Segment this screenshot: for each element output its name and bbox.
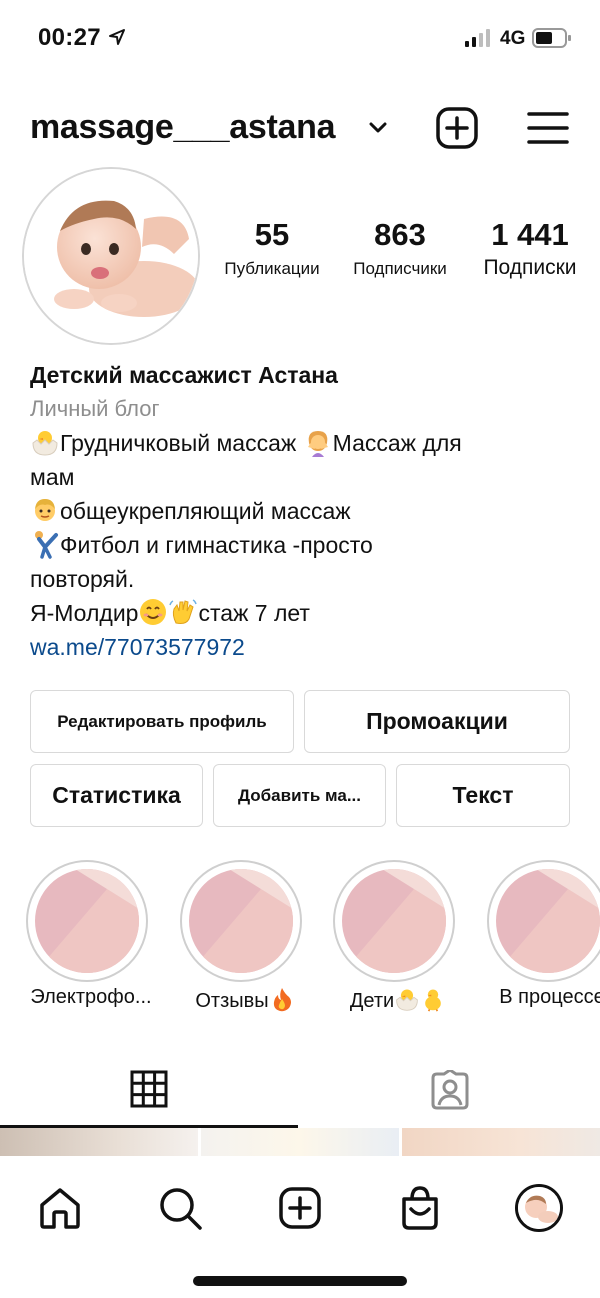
grid-icon bbox=[130, 1070, 168, 1107]
bio-text-3: общеукрепляющий массаж bbox=[60, 498, 351, 524]
cartwheel-icon bbox=[35, 531, 58, 559]
highlight-cover bbox=[333, 860, 455, 982]
hatching-chick-icon bbox=[32, 431, 58, 456]
posts-grid-preview bbox=[0, 1128, 600, 1156]
bio-line: Грудничковый массаж Массаж для bbox=[30, 426, 575, 460]
status-time: 00:27 bbox=[38, 24, 101, 51]
nav-search[interactable] bbox=[150, 1178, 210, 1238]
tab-posts-grid[interactable] bbox=[0, 1052, 298, 1128]
insights-button[interactable]: Статистика bbox=[30, 764, 203, 827]
posts-label: Публикации bbox=[224, 259, 320, 278]
highlight-label: Дети bbox=[308, 986, 488, 1013]
profile-avatar bbox=[515, 1184, 563, 1232]
signal-icon bbox=[465, 29, 490, 47]
bio-line: Фитбол и гимнастика -просто bbox=[30, 528, 575, 562]
post-thumbnail[interactable] bbox=[402, 1128, 600, 1156]
bio-text-6a: Я-Молдир bbox=[30, 600, 139, 626]
tagged-icon bbox=[431, 1070, 469, 1110]
home-indicator bbox=[193, 1276, 407, 1286]
post-thumbnail[interactable] bbox=[201, 1128, 399, 1156]
text-button[interactable]: Текст bbox=[396, 764, 570, 827]
hatching-chick-icon bbox=[396, 989, 419, 1011]
bio-text-1b: Массаж для bbox=[332, 430, 462, 456]
profile-bio: Детский массажист Астана Личный блог Гру… bbox=[30, 358, 575, 664]
highlight-label: Электрофо... bbox=[30, 986, 152, 1008]
profile-tabs bbox=[0, 1052, 600, 1128]
profile-header: massage___astana bbox=[0, 98, 600, 160]
category-label: Личный блог bbox=[30, 396, 160, 421]
bio-text-4: Фитбол и гимнастика -просто bbox=[60, 532, 373, 558]
post-thumbnail[interactable] bbox=[0, 1128, 198, 1156]
followers-count: 863 bbox=[374, 217, 426, 252]
following-label: Подписки bbox=[483, 256, 577, 279]
fire-icon bbox=[273, 988, 291, 1012]
smiling-face-icon bbox=[140, 599, 167, 625]
waving-hand-icon bbox=[169, 599, 198, 624]
bio-text-1a: Грудничковый массаж bbox=[60, 430, 303, 456]
network-type: 4G bbox=[500, 28, 526, 49]
child-icon bbox=[35, 499, 55, 521]
nav-home[interactable] bbox=[30, 1178, 90, 1238]
chevron-down-icon[interactable] bbox=[366, 118, 390, 138]
create-icon bbox=[279, 1187, 321, 1229]
menu-icon[interactable] bbox=[526, 108, 570, 148]
bio-text-5: повторяй. bbox=[30, 566, 135, 592]
bio-text-2: мам bbox=[30, 464, 75, 490]
highlight-label: В процессе bbox=[499, 986, 600, 1008]
promotions-button[interactable]: Промоакции bbox=[304, 690, 570, 753]
posts-stat[interactable]: 55 Публикации bbox=[212, 217, 332, 279]
edit-profile-button[interactable]: Редактировать профиль bbox=[30, 690, 294, 753]
nav-create[interactable] bbox=[270, 1178, 330, 1238]
baby-chick-icon bbox=[425, 989, 441, 1012]
baby-photo bbox=[24, 169, 198, 343]
bio-text-6b: стаж 7 лет bbox=[198, 600, 310, 626]
posts-count: 55 bbox=[254, 217, 290, 252]
whatsapp-link[interactable]: wa.me/77073577972 bbox=[30, 630, 575, 664]
add-shop-button[interactable]: Добавить ма... bbox=[213, 764, 386, 827]
username-switcher[interactable]: massage___astana bbox=[30, 108, 336, 147]
bottom-navigation bbox=[0, 1156, 600, 1298]
bio-line: Я-Молдир стаж 7 лет bbox=[30, 596, 575, 630]
search-icon bbox=[160, 1188, 202, 1230]
location-arrow-icon bbox=[109, 29, 125, 45]
home-icon bbox=[40, 1188, 80, 1229]
highlight-cover bbox=[26, 860, 148, 982]
following-stat[interactable]: 1 441 Подписки bbox=[470, 217, 590, 280]
followers-label: Подписчики bbox=[353, 259, 447, 278]
nav-shop[interactable] bbox=[390, 1178, 450, 1238]
followers-stat[interactable]: 863 Подписчики bbox=[340, 217, 460, 279]
shop-icon bbox=[402, 1186, 438, 1230]
status-bar: 00:27 4G bbox=[0, 0, 600, 76]
display-name: Детский массажист Астана bbox=[30, 362, 338, 388]
highlight-cover bbox=[487, 860, 600, 982]
highlight-cover bbox=[180, 860, 302, 982]
woman-massage-icon bbox=[307, 431, 328, 457]
battery-icon bbox=[532, 28, 571, 48]
bio-line: общеукрепляющий массаж bbox=[30, 494, 575, 528]
tab-tagged[interactable] bbox=[300, 1052, 600, 1128]
new-post-icon[interactable] bbox=[435, 106, 479, 150]
nav-profile[interactable] bbox=[509, 1178, 569, 1238]
profile-avatar[interactable] bbox=[22, 167, 200, 345]
following-count: 1 441 bbox=[491, 217, 569, 252]
